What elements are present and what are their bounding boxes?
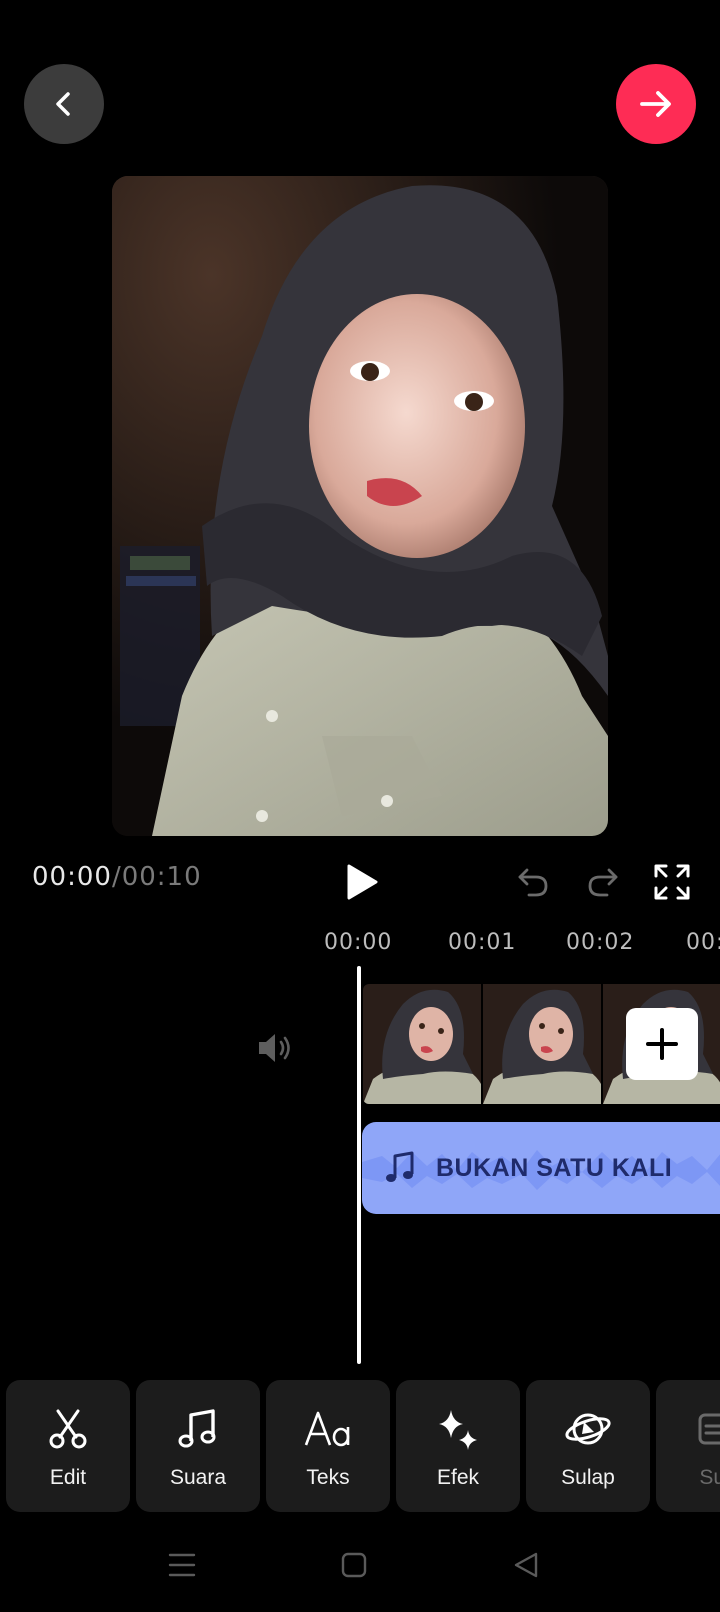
play-button[interactable] <box>340 860 384 904</box>
tool-sound[interactable]: Suara <box>136 1380 260 1512</box>
tool-label: Efek <box>436 1466 480 1489</box>
undo-button[interactable] <box>516 864 552 900</box>
chevron-left-icon <box>56 92 70 116</box>
plus-icon <box>646 1028 678 1060</box>
redo-icon <box>588 868 618 897</box>
add-clip-button[interactable] <box>626 1008 698 1080</box>
tool-text[interactable]: Teks <box>266 1380 390 1512</box>
tool-label: Sub <box>699 1466 720 1489</box>
undo-icon <box>518 868 548 897</box>
tool-effects[interactable]: Efek <box>396 1380 520 1512</box>
current-time: 00:00 <box>32 862 112 892</box>
video-editor-screen: 00:00/00:10 00:00 00:01 00:02 00: <box>0 0 720 1612</box>
speaker-icon <box>259 1034 290 1062</box>
system-back-button[interactable] <box>512 1550 540 1585</box>
time-display: 00:00/00:10 <box>32 862 202 892</box>
music-note-icon <box>386 1151 414 1182</box>
tool-label: Suara <box>169 1466 227 1489</box>
ruler-tick-1: 00:01 <box>448 930 517 955</box>
clip-thumbnail <box>363 984 481 1104</box>
music-track[interactable]: BUKAN SATU KALI <box>362 1122 720 1214</box>
clip-volume-button[interactable] <box>256 1030 296 1066</box>
redo-button[interactable] <box>584 864 620 900</box>
triangle-back-icon <box>514 1552 538 1578</box>
subtitle-icon <box>693 1404 720 1454</box>
ruler-tick-2: 00:02 <box>566 930 635 955</box>
play-icon <box>347 864 378 900</box>
ruler-tick-3: 00: <box>686 930 720 955</box>
sparkle-icon <box>433 1404 483 1454</box>
square-icon <box>341 1552 367 1578</box>
tool-edit[interactable]: Edit <box>6 1380 130 1512</box>
arrow-right-icon <box>640 91 671 117</box>
expand-icon <box>654 864 690 900</box>
system-menu-button[interactable] <box>168 1550 196 1585</box>
playhead[interactable] <box>357 966 361 1364</box>
clip-thumbnail <box>483 984 601 1104</box>
tool-magic[interactable]: Sulap <box>526 1380 650 1512</box>
tool-subtitle[interactable]: Sub <box>656 1380 720 1512</box>
next-button[interactable] <box>616 64 696 144</box>
system-home-button[interactable] <box>340 1550 368 1585</box>
tool-label: Teks <box>306 1466 350 1489</box>
time-separator: / <box>111 862 122 892</box>
tool-label: Sulap <box>561 1466 615 1489</box>
menu-lines-icon <box>168 1553 196 1577</box>
preview-frame-image <box>112 176 608 836</box>
total-time: 00:10 <box>121 862 202 892</box>
ruler-tick-0: 00:00 <box>324 930 393 955</box>
scissors-icon <box>43 1404 93 1454</box>
music-note-icon <box>173 1404 223 1454</box>
fullscreen-button[interactable] <box>652 862 692 902</box>
video-preview[interactable] <box>112 176 608 836</box>
text-aa-icon <box>303 1404 353 1454</box>
back-button[interactable] <box>24 64 104 144</box>
magic-planet-icon <box>563 1404 613 1454</box>
music-track-title: BUKAN SATU KALI <box>436 1154 673 1182</box>
tool-label: Edit <box>49 1466 87 1489</box>
